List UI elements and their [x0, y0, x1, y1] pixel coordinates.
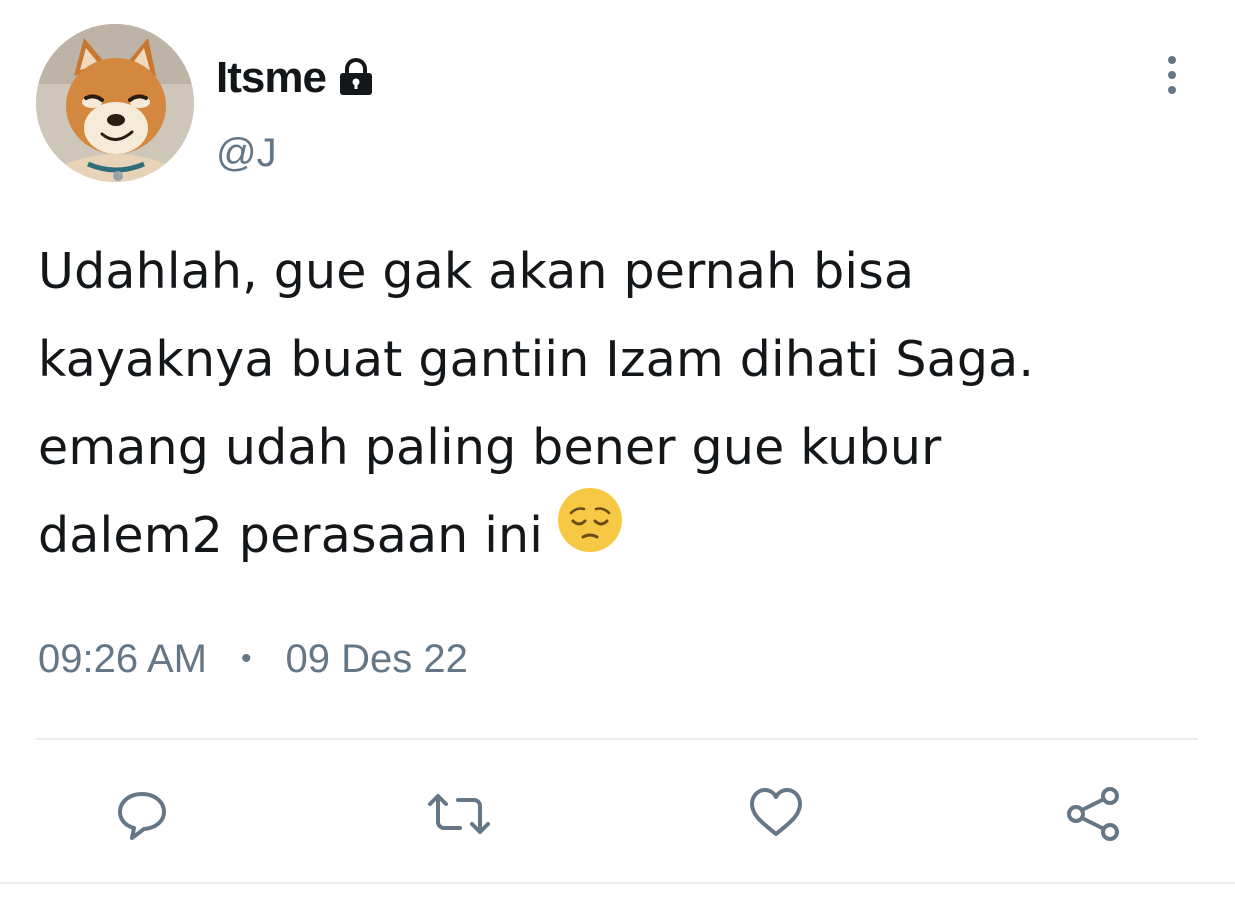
divider	[36, 738, 1198, 740]
heart-icon	[750, 788, 802, 836]
tweet-date: 09 Des 22	[285, 637, 468, 681]
bottom-divider	[0, 882, 1235, 884]
lock-icon	[336, 58, 376, 100]
display-name[interactable]: Itsme	[216, 50, 327, 106]
retweet-icon	[428, 794, 490, 834]
tweet-text: Udahlah, gue gak akan pernah bisa kayakn…	[38, 228, 1208, 581]
tweet-time: 09:26 AM	[38, 637, 208, 681]
tweet-line: kayaknya buat gantiin Izam dihati Saga.	[38, 331, 1035, 388]
reply-button[interactable]	[114, 786, 170, 842]
more-options-button[interactable]	[1150, 50, 1194, 100]
tweet-line-last: dalem2 perasaan ini	[38, 487, 1208, 581]
shiba-inu-dog-avatar	[36, 24, 194, 182]
meta-separator: •	[241, 642, 252, 675]
pensive-face-emoji	[557, 487, 623, 581]
handle[interactable]: @J	[216, 128, 277, 178]
avatar[interactable]	[36, 24, 194, 182]
tweet-line: emang udah paling bener gue kubur	[38, 419, 942, 476]
reply-icon	[118, 792, 166, 840]
more-vertical-icon	[1168, 56, 1176, 94]
tweet-line-text: dalem2 perasaan ini	[38, 507, 544, 564]
author-name-row: Itsme	[216, 50, 376, 106]
tweet-meta: 09:26 AM • 09 Des 22	[38, 632, 468, 686]
share-icon	[1067, 787, 1119, 841]
share-button[interactable]	[1064, 786, 1120, 842]
tweet-line: Udahlah, gue gak akan pernah bisa	[38, 243, 915, 300]
like-button[interactable]	[748, 786, 804, 842]
retweet-button[interactable]	[426, 786, 490, 842]
